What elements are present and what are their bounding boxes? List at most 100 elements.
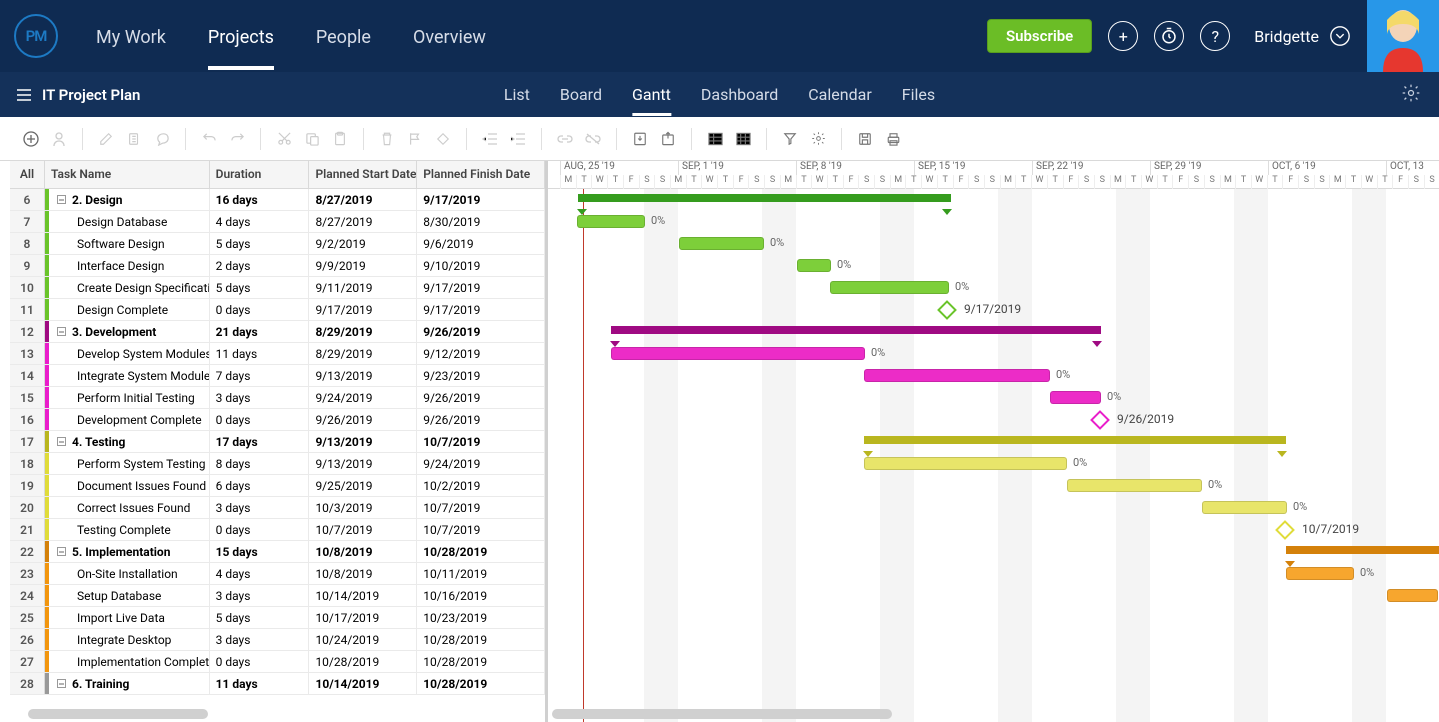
summary-bar[interactable]: [1286, 546, 1439, 554]
task-row[interactable]: 62. Design16 days8/27/20199/17/2019: [10, 189, 545, 211]
task-name: 6. Training: [72, 677, 129, 691]
task-name: Development Complete: [77, 413, 202, 427]
task-row[interactable]: 7Design Database4 days8/27/20198/30/2019: [10, 211, 545, 233]
collapse-toggle[interactable]: [57, 437, 66, 446]
edit-icon: [95, 128, 117, 150]
summary-bar[interactable]: [864, 436, 1286, 444]
add-task-icon[interactable]: [20, 128, 42, 150]
task-bar[interactable]: [1286, 567, 1354, 580]
tab-files[interactable]: Files: [902, 73, 935, 116]
tab-calendar[interactable]: Calendar: [808, 73, 871, 116]
task-row[interactable]: 21Testing Complete0 days10/7/201910/7/20…: [10, 519, 545, 541]
task-name: 2. Design: [72, 193, 123, 207]
milestone-marker[interactable]: [937, 300, 957, 320]
summary-bar[interactable]: [611, 326, 1101, 334]
task-bar[interactable]: [611, 347, 865, 360]
task-row[interactable]: 24Setup Database3 days10/14/201910/16/20…: [10, 585, 545, 607]
task-row[interactable]: 9Interface Design2 days9/9/20199/10/2019: [10, 255, 545, 277]
task-row[interactable]: 10Create Design Specifications5 days9/11…: [10, 277, 545, 299]
help-icon[interactable]: ?: [1200, 21, 1230, 51]
task-bar[interactable]: [864, 457, 1067, 470]
task-bar[interactable]: [797, 259, 831, 272]
grid-scrollbar[interactable]: [28, 709, 208, 719]
export-icon[interactable]: [657, 128, 679, 150]
task-row[interactable]: 25Import Live Data5 days10/17/201910/23/…: [10, 607, 545, 629]
print-icon[interactable]: [882, 128, 904, 150]
task-name: Import Live Data: [77, 611, 165, 625]
col-start[interactable]: Planned Start Date: [309, 161, 417, 188]
task-name: Perform Initial Testing: [77, 391, 195, 405]
col-duration[interactable]: Duration: [210, 161, 310, 188]
task-row[interactable]: 174. Testing17 days9/13/201910/7/2019: [10, 431, 545, 453]
task-bar[interactable]: [830, 281, 949, 294]
task-name: Perform System Testing: [77, 457, 206, 471]
progress-label: 0%: [770, 236, 784, 249]
summary-bar[interactable]: [578, 194, 951, 202]
collapse-toggle[interactable]: [57, 327, 66, 336]
save-icon[interactable]: [854, 128, 876, 150]
task-row[interactable]: 15Perform Initial Testing3 days9/24/2019…: [10, 387, 545, 409]
task-row[interactable]: 8Software Design5 days9/2/20199/6/2019: [10, 233, 545, 255]
import-icon[interactable]: [629, 128, 651, 150]
task-row[interactable]: 286. Training11 days10/14/201910/28/2019: [10, 673, 545, 695]
user-menu[interactable]: Bridgette: [1254, 25, 1351, 47]
nav-people[interactable]: People: [316, 3, 371, 70]
task-bar[interactable]: [577, 215, 645, 228]
task-row[interactable]: 16Development Complete0 days9/26/20199/2…: [10, 409, 545, 431]
settings-icon[interactable]: [1401, 83, 1421, 107]
top-nav: PM My Work Projects People Overview Subscri…: [0, 0, 1439, 72]
collapse-toggle[interactable]: [57, 679, 66, 688]
task-row[interactable]: 225. Implementation15 days10/8/201910/28…: [10, 541, 545, 563]
nav-my-work[interactable]: My Work: [96, 3, 166, 70]
collapse-toggle[interactable]: [57, 195, 66, 204]
options-icon[interactable]: [807, 128, 829, 150]
task-bar[interactable]: [1067, 479, 1202, 492]
col-task-name[interactable]: Task Name: [45, 161, 210, 188]
task-row[interactable]: 19Document Issues Found6 days9/25/201910…: [10, 475, 545, 497]
progress-label: 0%: [1208, 478, 1222, 491]
task-bar[interactable]: [1050, 391, 1101, 404]
flag-icon: [404, 128, 426, 150]
task-grid: All Task Name Duration Planned Start Dat…: [10, 161, 548, 722]
col-all[interactable]: All: [10, 161, 45, 188]
task-row[interactable]: 20Correct Issues Found3 days10/3/201910/…: [10, 497, 545, 519]
task-name: Integrate System Modules: [77, 369, 210, 383]
task-bar[interactable]: [1202, 501, 1287, 514]
avatar[interactable]: [1367, 0, 1439, 72]
task-row[interactable]: 11Design Complete0 days9/17/20199/17/201…: [10, 299, 545, 321]
collapse-toggle[interactable]: [57, 547, 66, 556]
task-row[interactable]: 18Perform System Testing8 days9/13/20199…: [10, 453, 545, 475]
milestone-marker[interactable]: [1090, 410, 1110, 430]
col-finish[interactable]: Planned Finish Date: [417, 161, 545, 188]
subscribe-button[interactable]: Subscribe: [987, 19, 1092, 53]
tab-dashboard[interactable]: Dashboard: [701, 73, 778, 116]
content: All Task Name Duration Planned Start Dat…: [10, 161, 1439, 722]
tab-gantt[interactable]: Gantt: [632, 73, 671, 116]
task-bar[interactable]: [679, 237, 764, 250]
nav-projects[interactable]: Projects: [208, 3, 274, 70]
task-bar[interactable]: [864, 369, 1050, 382]
task-name: Testing Complete: [77, 523, 171, 537]
timer-icon[interactable]: [1154, 21, 1184, 51]
table-icon[interactable]: [732, 128, 754, 150]
assign-icon: [48, 128, 70, 150]
milestone-marker[interactable]: [1275, 520, 1295, 540]
task-name: 5. Implementation: [72, 545, 170, 559]
tab-list[interactable]: List: [504, 73, 530, 116]
tab-board[interactable]: Board: [560, 73, 602, 116]
grid-view-icon[interactable]: [704, 128, 726, 150]
task-row[interactable]: 23On-Site Installation4 days10/8/201910/…: [10, 563, 545, 585]
nav-overview[interactable]: Overview: [413, 3, 486, 70]
project-title-area[interactable]: IT Project Plan: [0, 86, 140, 104]
task-row[interactable]: 14Integrate System Modules7 days9/13/201…: [10, 365, 545, 387]
add-button[interactable]: +: [1108, 21, 1138, 51]
gantt-chart[interactable]: AUG, 25 '19SEP, 1 '19SEP, 8 '19SEP, 15 '…: [548, 161, 1439, 722]
logo[interactable]: PM: [0, 14, 72, 58]
task-bar[interactable]: [1387, 589, 1438, 602]
gantt-scrollbar[interactable]: [552, 709, 892, 719]
task-row[interactable]: 123. Development21 days8/29/20199/26/201…: [10, 321, 545, 343]
task-row[interactable]: 27Implementation Complete0 days10/28/201…: [10, 651, 545, 673]
filter-icon[interactable]: [779, 128, 801, 150]
task-row[interactable]: 26Integrate Desktop3 days10/24/201910/28…: [10, 629, 545, 651]
task-row[interactable]: 13Develop System Modules11 days8/29/2019…: [10, 343, 545, 365]
